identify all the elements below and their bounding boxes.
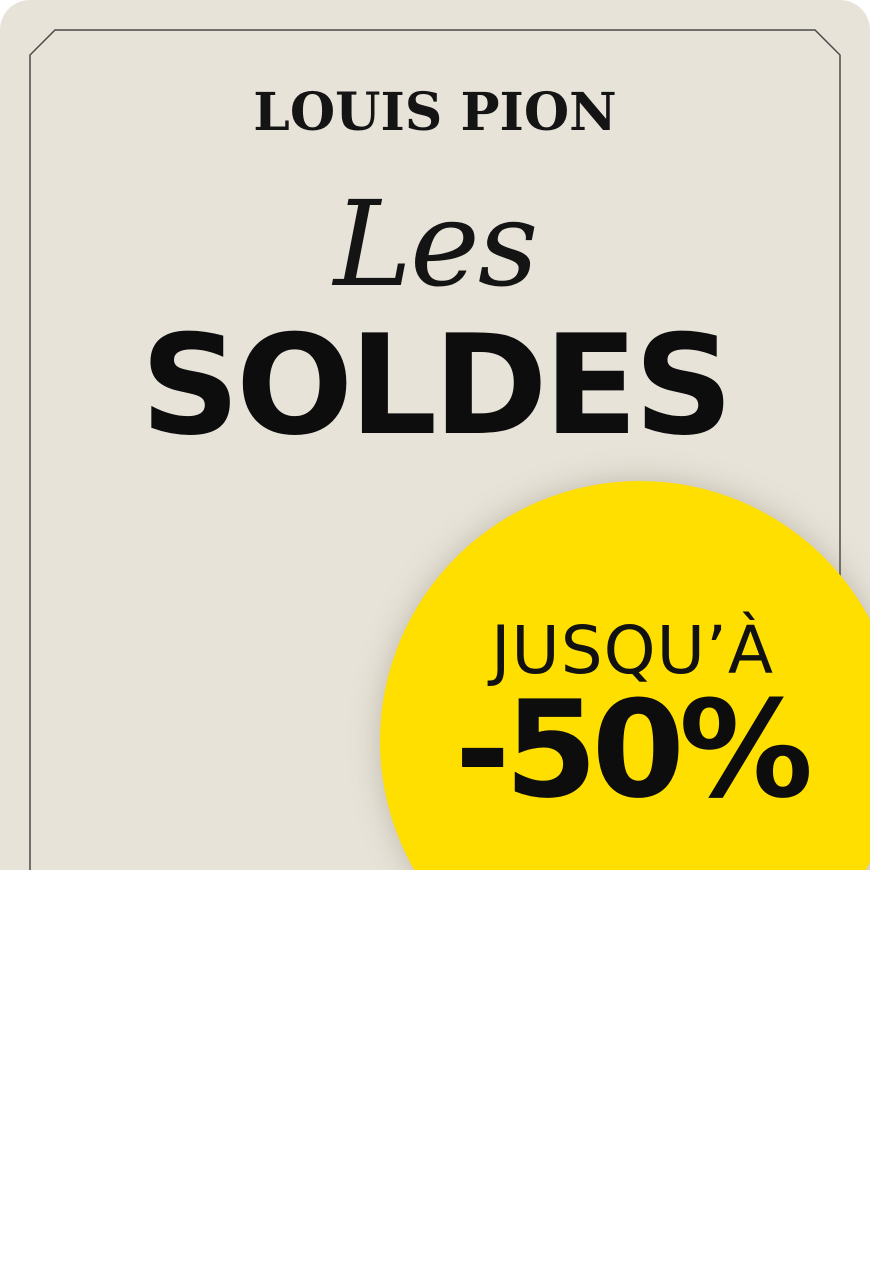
- script-title: Les: [333, 175, 539, 313]
- sale-title: SOLDES: [140, 305, 734, 466]
- brand-logo: LOUIS PION: [253, 82, 617, 143]
- sale-banner[interactable]: LOUIS PION Les SOLDES JUSQU’À -50%: [0, 0, 870, 870]
- promo-discount-value: -50%: [454, 672, 813, 828]
